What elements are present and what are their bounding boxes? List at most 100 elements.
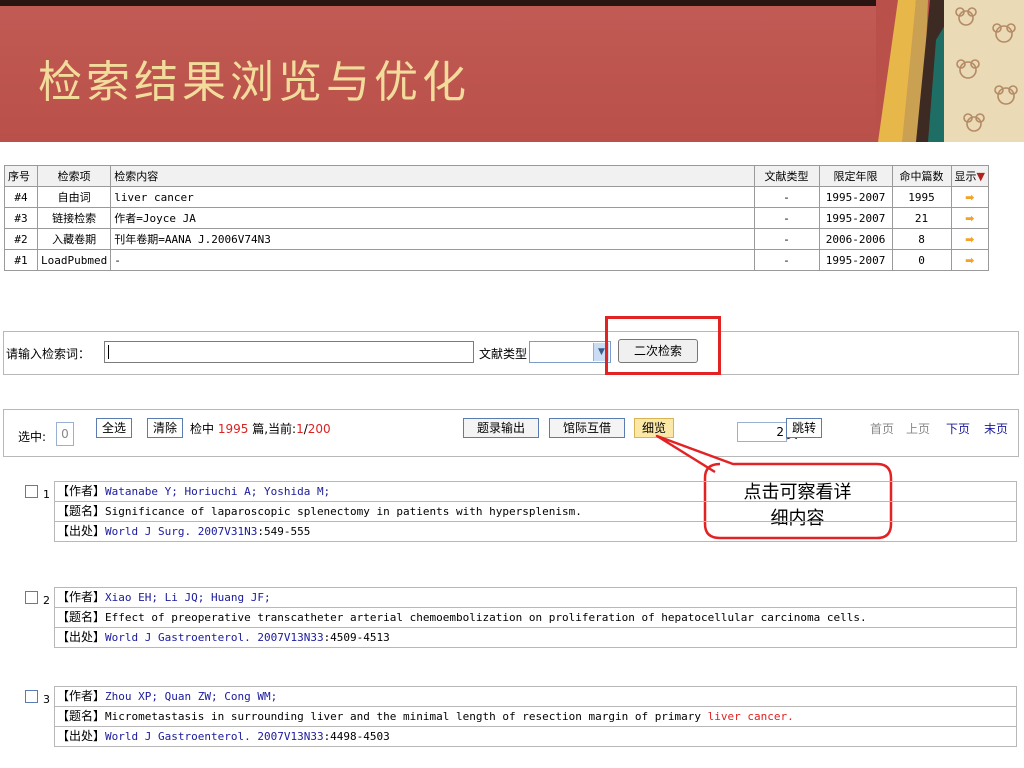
history-type: -	[753, 249, 820, 271]
page-title: 检索结果浏览与优化	[38, 57, 470, 108]
history-content: liver cancer	[110, 186, 755, 208]
last-page-link[interactable]: 末页	[984, 420, 1008, 437]
history-hits: 0	[891, 249, 952, 271]
banner-top-edge	[0, 0, 1024, 6]
record-source-line: 【出处】World J Gastroenterol. 2007V13N33:45…	[54, 628, 1017, 648]
col-header-content: 检索内容	[110, 165, 755, 187]
history-years: 1995-2007	[818, 207, 893, 229]
history-id: #4	[4, 186, 38, 208]
record-title-highlight: liver cancer.	[707, 710, 794, 723]
next-page-link[interactable]: 下页	[946, 420, 970, 437]
col-header-id: 序号	[4, 165, 38, 187]
record-title-line: 【题名】Significance of laparoscopic splenec…	[54, 502, 1017, 522]
col-header-show-label: 显示	[954, 170, 977, 183]
history-row: #4 自由词 liver cancer - 1995-2007 1995 ➡	[4, 186, 990, 208]
record-checkbox[interactable]	[25, 690, 38, 703]
history-hits: 8	[891, 228, 952, 250]
record-title-line: 【题名】Effect of preoperative transcatheter…	[54, 608, 1017, 628]
record-source-link[interactable]: World J Gastroenterol. 2007V13N33	[105, 730, 324, 743]
record-authors[interactable]: Xiao EH; Li JQ; Huang JF;	[105, 591, 271, 604]
doc-type-label: 文献类型	[479, 347, 528, 361]
show-arrow-icon[interactable]: ➡	[950, 186, 990, 208]
record-checkbox[interactable]	[25, 591, 38, 604]
col-header-hits: 命中篇数	[891, 165, 952, 187]
hits-summary: 检中 1995 篇,当前:1/200	[190, 420, 331, 437]
history-field: 链接检索	[36, 207, 112, 229]
secondary-search-bar: 请输入检索词： 文献类型 ▼ 二次检索	[3, 331, 1019, 375]
history-hits: 21	[891, 207, 952, 229]
author-tag: 【作者】	[57, 590, 106, 604]
history-id: #1	[4, 249, 38, 271]
show-arrow-icon[interactable]: ➡	[950, 249, 990, 271]
record-source-link[interactable]: World J Gastroenterol. 2007V13N33	[105, 631, 324, 644]
search-term-label: 请输入检索词：	[6, 347, 91, 361]
history-content: 作者=Joyce JA	[110, 207, 755, 229]
hits-count: 1995	[217, 422, 249, 436]
record-title-line: 【题名】Micrometastasis in surrounding liver…	[54, 707, 1017, 727]
source-tag: 【出处】	[57, 630, 106, 644]
col-header-years: 限定年限	[818, 165, 893, 187]
floral-decoration-image	[876, 0, 1024, 142]
source-tag: 【出处】	[57, 524, 106, 538]
title-tag: 【题名】	[57, 610, 106, 624]
title-tag: 【题名】	[57, 504, 106, 518]
hits-suffix: 篇,当前:	[252, 422, 297, 436]
selected-label: 选中:	[18, 430, 47, 444]
record-source-line: 【出处】World J Gastroenterol. 2007V13N33:44…	[54, 727, 1017, 747]
doc-type-select[interactable]: ▼	[529, 341, 611, 363]
record-body: 【作者】Xiao EH; Li JQ; Huang JF; 【题名】Effect…	[54, 587, 1017, 648]
history-row: #1 LoadPubmed - - 1995-2007 0 ➡	[4, 249, 990, 271]
history-content: -	[110, 249, 755, 271]
record-number: 1	[43, 488, 50, 501]
record-source-line: 【出处】World J Surg. 2007V31N3:549-555	[54, 522, 1017, 542]
select-all-button[interactable]: 全选	[96, 418, 132, 438]
triangle-down-icon[interactable]: ▼	[977, 170, 985, 183]
total-pages: 200	[307, 422, 331, 436]
record-authors-line: 【作者】Xiao EH; Li JQ; Huang JF;	[54, 587, 1017, 608]
col-header-show: 显示▼	[950, 165, 990, 187]
record-source-link[interactable]: World J Surg. 2007V31N3	[105, 525, 257, 538]
history-type: -	[753, 186, 820, 208]
col-header-field: 检索项	[36, 165, 112, 187]
record-title: Micrometastasis in surrounding liver and…	[105, 710, 708, 723]
record-body: 【作者】Watanabe Y; Horiuchi A; Yoshida M; 【…	[54, 481, 1017, 542]
history-years: 1995-2007	[818, 249, 893, 271]
history-type: -	[753, 228, 820, 250]
history-field: LoadPubmed	[36, 249, 112, 271]
record-number: 3	[43, 693, 50, 706]
interlibrary-loan-button[interactable]: 馆际互借	[549, 418, 625, 438]
show-arrow-icon[interactable]: ➡	[950, 207, 990, 229]
history-id: #2	[4, 228, 38, 250]
record-source-pages: :4509-4513	[323, 631, 390, 644]
record-authors[interactable]: Zhou XP; Quan ZW; Cong WM;	[105, 690, 277, 703]
prev-page-link[interactable]: 上页	[906, 420, 930, 437]
text-caret	[108, 345, 109, 359]
title-tag: 【题名】	[57, 709, 106, 723]
highlight-box	[605, 316, 721, 375]
history-content: 刊年卷期=AANA J.2006V74N3	[110, 228, 755, 250]
history-years: 1995-2007	[818, 186, 893, 208]
record-title: Significance of laparoscopic splenectomy…	[105, 505, 582, 518]
author-tag: 【作者】	[57, 484, 106, 498]
current-page: 1	[296, 422, 304, 436]
history-id: #3	[4, 207, 38, 229]
history-field: 自由词	[36, 186, 112, 208]
record-checkbox[interactable]	[25, 485, 38, 498]
export-button[interactable]: 题录输出	[463, 418, 539, 438]
record-authors-line: 【作者】Zhou XP; Quan ZW; Cong WM;	[54, 686, 1017, 707]
record-title: Effect of preoperative transcatheter art…	[105, 611, 867, 624]
clear-button[interactable]: 清除	[147, 418, 183, 438]
history-header-row: 序号 检索项 检索内容 文献类型 限定年限 命中篇数 显示▼	[4, 165, 990, 187]
show-arrow-icon[interactable]: ➡	[950, 228, 990, 250]
record-number: 2	[43, 594, 50, 607]
source-tag: 【出处】	[57, 729, 106, 743]
search-input[interactable]	[104, 341, 474, 363]
record-authors[interactable]: Watanabe Y; Horiuchi A; Yoshida M;	[105, 485, 330, 498]
history-hits: 1995	[891, 186, 952, 208]
author-tag: 【作者】	[57, 689, 106, 703]
hits-prefix: 检中	[190, 422, 215, 436]
record-source-pages: :4498-4503	[323, 730, 390, 743]
selected-count-field[interactable]: 0	[56, 422, 74, 446]
history-field: 入藏卷期	[36, 228, 112, 250]
col-header-type: 文献类型	[753, 165, 820, 187]
